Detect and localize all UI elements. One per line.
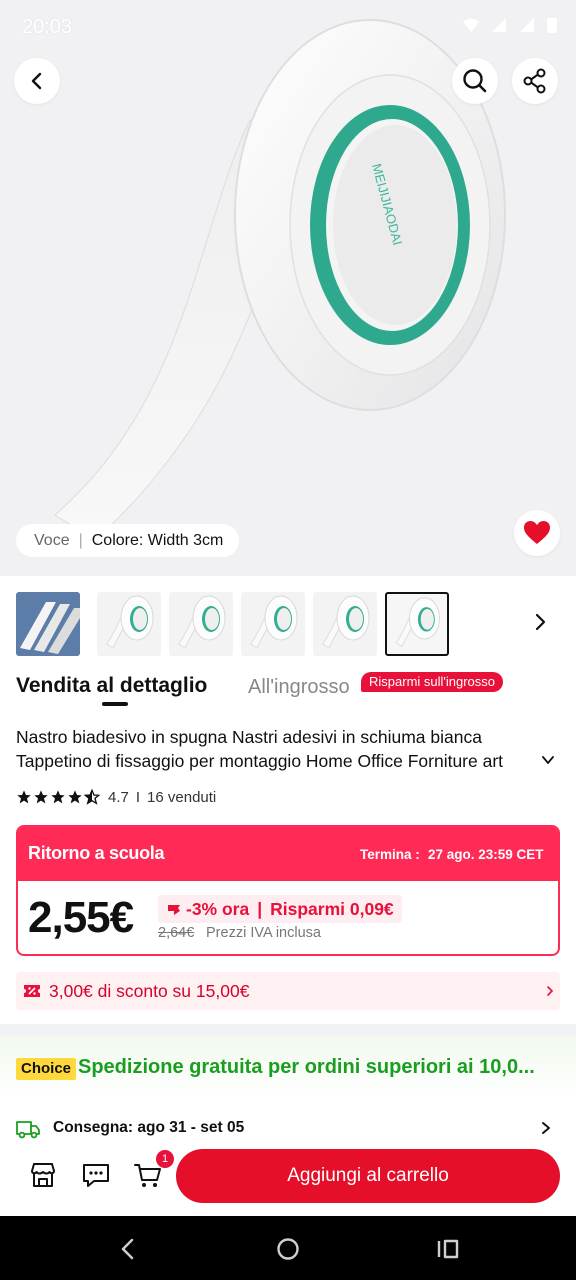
thumbnail-strip: [0, 576, 576, 666]
thumbnail[interactable]: [169, 592, 233, 656]
bottom-action-bar: 1 Aggiungi al carrello: [0, 1142, 576, 1216]
free-shipping-text: Spedizione gratuita per ordini superiori…: [78, 1056, 535, 1078]
status-icons: [462, 16, 558, 34]
current-price: 2,55€: [28, 893, 134, 942]
delivery-estimate: Consegna: ago 31 - set 05: [53, 1119, 245, 1136]
promo-header: Ritorno a scuola Termina : 27 ago. 23:59…: [18, 827, 558, 881]
thumbnail-image: [178, 595, 226, 649]
share-icon: [523, 68, 546, 94]
star-icon: [34, 790, 48, 804]
thumbnail[interactable]: [313, 592, 377, 656]
coupon-text: 3,00€ di sconto su 15,00€: [49, 981, 250, 1001]
purchase-mode-tabs: Vendita al dettaglio All'ingrosso Rispar…: [16, 672, 560, 708]
rating-row[interactable]: 4.7 I 16 venduti: [16, 786, 216, 808]
system-nav-bar: [0, 1216, 576, 1280]
chevron-down-icon[interactable]: [540, 752, 556, 768]
search-icon: [463, 69, 487, 93]
signal-icon: [492, 18, 506, 32]
star-icon: [17, 790, 31, 804]
shipping-banner[interactable]: Choice Spedizione gratuita per ordini su…: [0, 1036, 576, 1100]
variant-label: Voce: [34, 531, 70, 549]
status-bar: 20:03: [0, 0, 576, 56]
promo-title: Ritorno a scuola: [28, 843, 165, 863]
thumbnail-selected[interactable]: [385, 592, 449, 656]
thumbnail[interactable]: [97, 592, 161, 656]
tab-wholesale[interactable]: All'ingrosso: [248, 676, 350, 699]
delivery-row[interactable]: Consegna: ago 31 - set 05: [16, 1116, 560, 1142]
thumbnail-image: [106, 595, 154, 649]
discount-separator: |: [257, 898, 263, 919]
back-button[interactable]: [14, 58, 60, 104]
coupon-icon: [24, 985, 40, 997]
star-icon: [68, 790, 82, 804]
signal-icon: [520, 18, 534, 32]
star-half-icon: [84, 789, 100, 805]
status-time: 20:03: [22, 16, 73, 38]
wholesale-badge: Risparmi sull'ingrosso: [361, 672, 504, 692]
chevron-left-icon: [31, 72, 42, 90]
nav-home-icon[interactable]: [275, 1236, 301, 1262]
message-icon[interactable]: [81, 1160, 111, 1190]
thumbnail[interactable]: [16, 592, 80, 656]
nav-back-icon[interactable]: [115, 1236, 141, 1262]
battery-icon: [547, 18, 557, 33]
discount-percent: -3% ora: [186, 898, 250, 919]
variant-value: Colore: Width 3cm: [91, 531, 224, 549]
chevron-right-icon: [542, 1122, 550, 1134]
rating-value: 4.7: [108, 788, 129, 806]
rating-stars: [16, 789, 100, 805]
chevron-right-icon[interactable]: [528, 610, 552, 634]
variant-separator: |: [78, 531, 83, 549]
promo-card: Ritorno a scuola Termina : 27 ago. 23:59…: [16, 825, 560, 956]
savings-amount: Risparmi 0,09€: [270, 898, 394, 919]
sold-count: 16 venduti: [147, 788, 217, 806]
thumbnail-image: [395, 597, 440, 648]
search-button[interactable]: [452, 58, 498, 104]
wishlist-button[interactable]: [514, 510, 560, 556]
promo-ends-label: Termina :: [360, 847, 420, 862]
share-button[interactable]: [512, 58, 558, 104]
variant-selector[interactable]: Voce | Colore: Width 3cm: [16, 524, 240, 557]
coupon-row[interactable]: 3,00€ di sconto su 15,00€: [16, 972, 560, 1010]
star-icon: [51, 790, 65, 804]
promo-ends-date: 27 ago. 23:59 CET: [428, 847, 544, 862]
chevron-right-icon: [547, 986, 554, 996]
section-divider: [0, 1024, 576, 1036]
heart-icon: [524, 521, 550, 544]
thumbnail-image: [322, 595, 370, 649]
add-to-cart-button[interactable]: Aggiungi al carrello: [176, 1149, 560, 1203]
thumbnail-image: [250, 595, 298, 649]
choice-badge: Choice: [16, 1058, 77, 1080]
cart-count-badge: 1: [156, 1150, 174, 1168]
thumbnail[interactable]: [241, 592, 305, 656]
store-icon[interactable]: [28, 1160, 58, 1190]
product-title[interactable]: Nastro biadesivo in spugna Nastri adesiv…: [16, 725, 544, 773]
truck-icon: [16, 1121, 40, 1139]
nav-recents-icon[interactable]: [435, 1236, 461, 1262]
thumbnail-image: [16, 592, 80, 656]
wifi-icon: [463, 18, 479, 32]
tab-active-indicator: [102, 702, 128, 706]
vat-note: Prezzi IVA inclusa: [206, 925, 321, 941]
discount-badge: -3% ora | Risparmi 0,09€: [158, 895, 402, 923]
product-image-gallery[interactable]: MEIJIJIAODAI 20:03 Voce | Colore: Width …: [0, 0, 576, 576]
original-price: 2,64€: [158, 925, 195, 941]
down-arrow-icon: [168, 905, 180, 915]
rating-separator: I: [135, 788, 141, 806]
tab-retail[interactable]: Vendita al dettaglio: [16, 674, 207, 698]
